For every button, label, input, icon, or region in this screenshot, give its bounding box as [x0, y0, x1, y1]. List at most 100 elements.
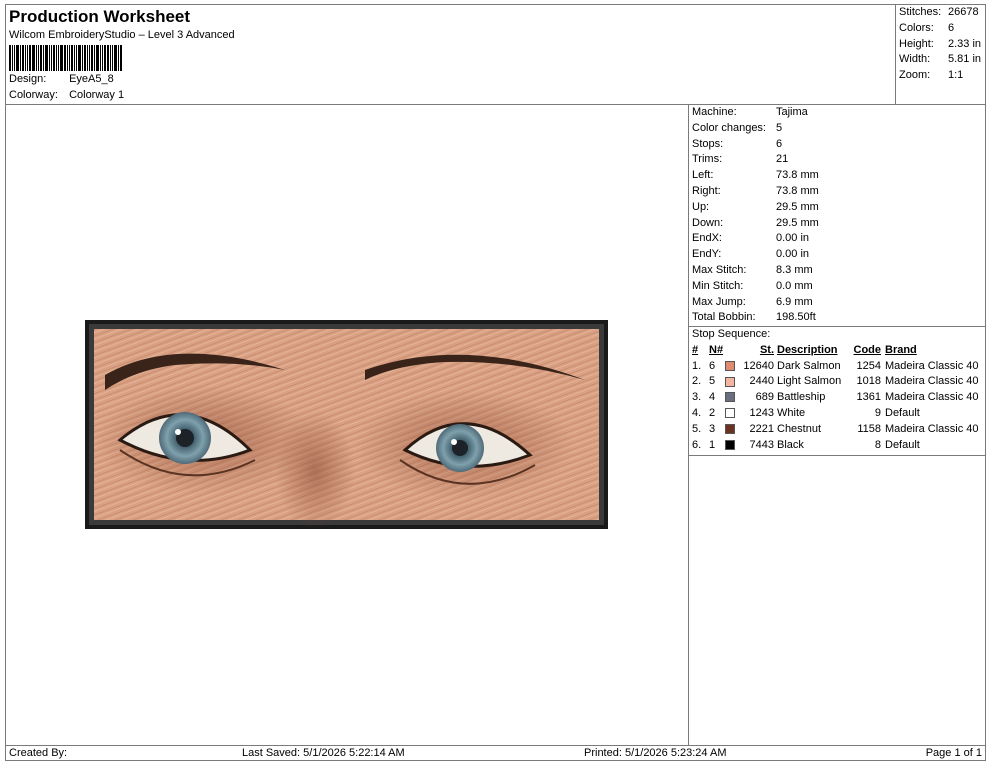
- worksheet-footer: Created By: Last Saved: 5/1/2026 5:22:14…: [6, 745, 986, 761]
- color-swatch: [725, 376, 735, 387]
- machine-info-row: Stops: 6: [689, 137, 986, 153]
- color-swatch: [725, 423, 735, 434]
- info-value: Tajima: [776, 106, 808, 118]
- machine-info-row: Trims: 21: [689, 152, 986, 168]
- stat-value: 2.33 in: [948, 38, 982, 50]
- info-divider: [689, 454, 986, 456]
- table-row: 2. 5 2440 Light Salmon 1018 Madeira Classic 4…: [692, 374, 979, 390]
- colorway-label: Colorway:: [9, 89, 58, 101]
- info-value: 0.0 mm: [776, 279, 813, 292]
- cell-swatch: [725, 389, 741, 405]
- cell-brand: Madeira Classic 40: [885, 375, 979, 388]
- design-value: EyeA5_8: [69, 73, 114, 85]
- info-value: 6.9 mm: [776, 295, 813, 308]
- table-row: 5. 3 2221 Chestnut 1158 Madeira Classic 40: [692, 421, 979, 437]
- cell-stitches: 2221: [749, 422, 774, 435]
- info-value: 29.5 mm: [776, 200, 819, 213]
- worksheet: Production Worksheet Wilcom EmbroiderySt…: [5, 4, 986, 761]
- page-number: Page 1 of 1: [925, 747, 982, 759]
- cell-index: 5.: [692, 422, 702, 435]
- worksheet-header: Production Worksheet Wilcom EmbroiderySt…: [6, 5, 896, 105]
- cell-code: 9: [874, 407, 881, 420]
- info-value: 0.00 in: [776, 248, 810, 261]
- info-value: 73.8 mm: [776, 184, 819, 197]
- info-value: 29.5 mm: [776, 216, 819, 229]
- cell-index: 3.: [692, 391, 702, 404]
- stat-label: Width:: [899, 53, 931, 65]
- table-row: 1. 6 12640 Dark Salmon 1254 Madeira Classic 4…: [692, 358, 979, 374]
- machine-info-row: EndY: 0.00 in: [689, 247, 986, 263]
- cell-swatch: [725, 437, 741, 453]
- info-label: Stops:: [692, 137, 724, 150]
- table-row: 4. 2 1243 White 9 Default: [692, 405, 979, 421]
- cell-description: Black: [777, 438, 804, 451]
- design-preview-area: [6, 105, 689, 745]
- cell-swatch: [725, 405, 741, 421]
- cell-brand: Madeira Classic 40: [885, 391, 979, 404]
- color-swatch: [725, 408, 735, 419]
- cell-needle: 5: [709, 375, 716, 388]
- col-header-swatch: [725, 342, 741, 358]
- design-stats: Stitches: 26678 Colors: 6 Height: 2.33 in W…: [895, 5, 986, 105]
- stat-width: Width: 5.81 in: [899, 53, 981, 65]
- page-title: Production Worksheet: [9, 7, 191, 26]
- design-label: Design:: [9, 73, 47, 85]
- info-value: 198.50ft: [776, 311, 816, 324]
- stat-label: Colors:: [899, 22, 934, 34]
- color-swatch: [725, 439, 735, 450]
- info-label: Left:: [692, 169, 714, 182]
- stat-zoom: Zoom: 1:1: [899, 69, 963, 81]
- cell-code: 1254: [856, 359, 881, 372]
- cell-description: Light Salmon: [777, 375, 842, 388]
- colorway-row: Colorway: Colorway 1: [9, 89, 124, 101]
- stat-height: Height: 2.33 in: [899, 38, 981, 50]
- cell-brand: Default: [885, 407, 920, 420]
- col-header-needle: N#: [709, 343, 724, 356]
- info-value: 8.3 mm: [776, 263, 813, 276]
- cell-needle: 2: [709, 407, 716, 420]
- info-label: Up:: [692, 200, 710, 213]
- machine-info-row: Max Jump: 6.9 mm: [689, 295, 986, 311]
- cell-index: 6.: [692, 438, 702, 451]
- stat-value: 6: [948, 22, 955, 34]
- cell-stitches: 689: [755, 391, 774, 404]
- info-label: EndY:: [692, 248, 722, 261]
- stat-value: 5.81 in: [948, 53, 982, 65]
- machine-info-row: Min Stitch: 0.0 mm: [689, 279, 986, 295]
- color-swatch: [725, 392, 735, 403]
- cell-needle: 1: [709, 438, 716, 451]
- cell-code: 1018: [856, 375, 881, 388]
- cell-needle: 4: [709, 391, 716, 404]
- col-header-stitches: St.: [759, 343, 774, 356]
- col-header-brand: Brand: [885, 343, 917, 356]
- cell-description: Dark Salmon: [777, 359, 841, 372]
- cell-brand: Madeira Classic 40: [885, 422, 979, 435]
- cell-index: 1.: [692, 359, 702, 372]
- cell-brand: Madeira Classic 40: [885, 359, 979, 372]
- machine-info-row: EndX: 0.00 in: [689, 231, 986, 247]
- cell-index: 4.: [692, 407, 702, 420]
- info-label: Total Bobbin:: [692, 311, 756, 324]
- info-label: Min Stitch:: [692, 279, 744, 292]
- barcode-image: [9, 45, 129, 71]
- stat-value: 26678: [948, 6, 979, 18]
- cell-swatch: [725, 374, 741, 390]
- created-by: Created By:: [9, 747, 68, 759]
- stop-sequence-title: Stop Sequence:: [689, 326, 986, 342]
- table-row: 6. 1 7443 Black 8 Default: [692, 437, 979, 453]
- stat-value: 1:1: [948, 69, 964, 81]
- stop-sequence-table: # N# St. Description Code Brand 1. 6 12640 Dark S…: [692, 342, 979, 453]
- machine-info-row: Color changes: 5: [689, 121, 986, 137]
- info-label: Max Jump:: [692, 295, 746, 308]
- machine-info-row: Total Bobbin: 198.50ft: [689, 310, 986, 326]
- stat-colors: Colors: 6: [899, 22, 954, 34]
- cell-stitches: 1243: [749, 407, 774, 420]
- info-value: 0.00 in: [776, 232, 810, 245]
- stat-label: Zoom:: [899, 69, 931, 81]
- stat-label: Stitches:: [899, 6, 942, 18]
- cell-description: Battleship: [777, 391, 826, 404]
- table-header-row: # N# St. Description Code Brand: [692, 342, 979, 358]
- color-swatch: [725, 360, 735, 371]
- col-header-description: Description: [777, 343, 838, 356]
- col-header-code: Code: [853, 343, 882, 356]
